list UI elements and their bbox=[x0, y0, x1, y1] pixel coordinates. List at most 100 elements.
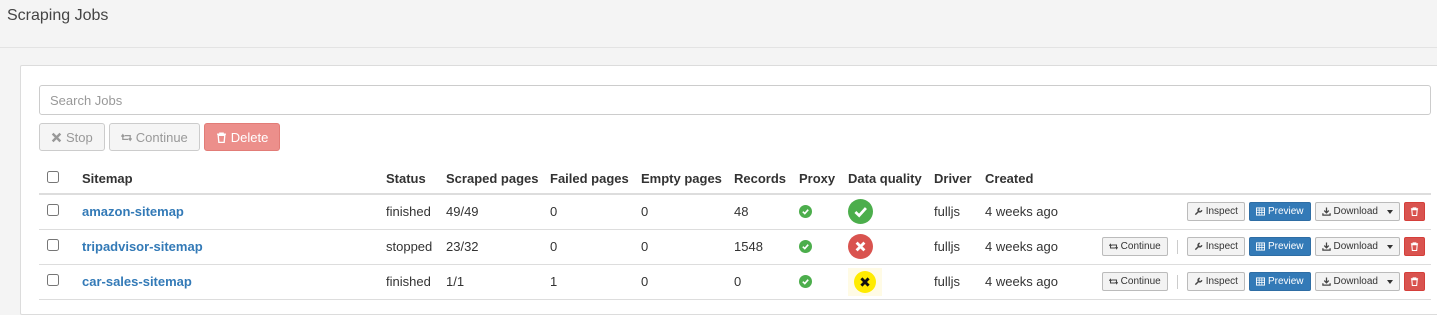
records-cell: 48 bbox=[734, 194, 799, 230]
scraped-cell: 1/1 bbox=[446, 264, 550, 300]
select-all-checkbox[interactable] bbox=[47, 171, 59, 183]
table-row: tripadvisor-sitemap stopped 23/32 0 0 15… bbox=[39, 229, 1431, 265]
column-header-scraped[interactable]: Scraped pages bbox=[446, 164, 550, 195]
status-cell: stopped bbox=[386, 229, 446, 265]
jobs-table: Sitemap Status Scraped pages Failed page… bbox=[39, 164, 1431, 300]
table-icon bbox=[1255, 207, 1265, 216]
preview-button[interactable]: Preview bbox=[1248, 202, 1311, 222]
inspect-label: Inspect bbox=[1205, 241, 1238, 252]
download-label: Download bbox=[1333, 276, 1378, 287]
row-select-cell bbox=[39, 194, 82, 230]
column-header-empty[interactable]: Empty pages bbox=[641, 164, 734, 195]
preview-label: Preview bbox=[1267, 276, 1304, 287]
driver-cell: fulljs bbox=[934, 194, 985, 230]
table-icon bbox=[1255, 242, 1265, 251]
column-header-quality[interactable]: Data quality bbox=[848, 164, 934, 195]
actions-cell: Inspect Preview Download bbox=[1085, 194, 1431, 230]
column-header-sitemap[interactable]: Sitemap bbox=[82, 164, 386, 195]
driver-cell: fulljs bbox=[934, 229, 985, 265]
actions-cell: Continue Inspect Preview Download bbox=[1085, 264, 1431, 300]
chevron-down-icon bbox=[1387, 244, 1393, 249]
table-row: car-sales-sitemap finished 1/1 1 0 0 ful… bbox=[39, 264, 1431, 300]
divider bbox=[1176, 239, 1178, 254]
sitemap-link[interactable]: amazon-sitemap bbox=[82, 204, 184, 219]
column-header-status[interactable]: Status bbox=[386, 164, 446, 195]
quality-cell bbox=[848, 229, 934, 265]
page-title: Scraping Jobs bbox=[7, 7, 109, 24]
close-icon bbox=[51, 132, 62, 142]
column-header-driver[interactable]: Driver bbox=[934, 164, 985, 195]
proxy-cell bbox=[799, 194, 848, 230]
download-icon bbox=[1321, 242, 1331, 251]
delete-button[interactable]: Delete bbox=[203, 123, 281, 151]
inspect-label: Inspect bbox=[1205, 276, 1238, 287]
status-cell: finished bbox=[386, 194, 446, 230]
failed-cell: 0 bbox=[550, 194, 641, 230]
bulk-actions: Stop Continue Delete bbox=[39, 123, 281, 151]
quality-cell bbox=[848, 194, 934, 230]
row-checkbox[interactable] bbox=[47, 274, 59, 286]
inspect-button[interactable]: Inspect bbox=[1186, 237, 1245, 256]
stop-button-label: Stop bbox=[66, 129, 93, 145]
created-cell: 4 weeks ago bbox=[985, 264, 1085, 300]
driver-cell: fulljs bbox=[934, 264, 985, 300]
proxy-cell bbox=[799, 264, 848, 300]
retweet-icon bbox=[1108, 243, 1118, 250]
check-icon bbox=[799, 240, 812, 253]
row-select-cell bbox=[39, 264, 82, 300]
quality-warning-icon bbox=[854, 270, 876, 293]
records-cell: 0 bbox=[734, 264, 799, 300]
download-icon bbox=[1321, 277, 1331, 286]
column-header-proxy[interactable]: Proxy bbox=[799, 164, 848, 195]
retweet-icon bbox=[120, 133, 132, 141]
column-header-failed[interactable]: Failed pages bbox=[550, 164, 641, 195]
continue-label: Continue bbox=[1120, 276, 1161, 287]
records-cell: 1548 bbox=[734, 229, 799, 265]
download-label: Download bbox=[1333, 206, 1378, 218]
failed-cell: 0 bbox=[550, 229, 641, 265]
select-all-cell bbox=[39, 164, 82, 195]
sitemap-link[interactable]: car-sales-sitemap bbox=[82, 274, 192, 289]
inspect-label: Inspect bbox=[1205, 206, 1238, 218]
created-cell: 4 weeks ago bbox=[985, 229, 1085, 265]
jobs-panel: Stop Continue Delete Sitemap Status Scra… bbox=[20, 65, 1437, 315]
trash-icon bbox=[1410, 207, 1419, 217]
continue-row-button[interactable]: Continue bbox=[1101, 272, 1168, 291]
inspect-button[interactable]: Inspect bbox=[1186, 202, 1245, 222]
inspect-button[interactable]: Inspect bbox=[1186, 272, 1245, 291]
actions-cell: Continue Inspect Preview Download bbox=[1085, 229, 1431, 265]
column-header-actions bbox=[1085, 164, 1431, 195]
divider bbox=[1176, 274, 1178, 289]
delete-row-button[interactable] bbox=[1404, 272, 1425, 291]
row-select-cell bbox=[39, 229, 82, 265]
continue-button[interactable]: Continue bbox=[108, 123, 200, 151]
table-header-row: Sitemap Status Scraped pages Failed page… bbox=[39, 164, 1431, 195]
empty-cell: 0 bbox=[641, 194, 734, 230]
download-button[interactable]: Download bbox=[1314, 272, 1400, 291]
continue-row-button[interactable]: Continue bbox=[1101, 237, 1168, 256]
delete-row-button[interactable] bbox=[1404, 202, 1425, 222]
download-button[interactable]: Download bbox=[1314, 237, 1400, 256]
search-input[interactable] bbox=[39, 85, 1431, 115]
column-header-records[interactable]: Records bbox=[734, 164, 799, 195]
row-checkbox[interactable] bbox=[47, 239, 59, 251]
column-header-created[interactable]: Created bbox=[985, 164, 1085, 195]
table-row: amazon-sitemap finished 49/49 0 0 48 ful… bbox=[39, 194, 1431, 230]
quality-cell bbox=[848, 264, 934, 300]
table-icon bbox=[1255, 277, 1265, 286]
row-checkbox[interactable] bbox=[47, 204, 59, 217]
preview-button[interactable]: Preview bbox=[1248, 272, 1311, 291]
sitemap-cell: car-sales-sitemap bbox=[82, 264, 386, 300]
trash-icon bbox=[1410, 277, 1419, 286]
scraped-cell: 49/49 bbox=[446, 194, 550, 230]
sitemap-link[interactable]: tripadvisor-sitemap bbox=[82, 239, 203, 254]
delete-row-button[interactable] bbox=[1404, 237, 1425, 256]
status-cell: finished bbox=[386, 264, 446, 300]
check-icon bbox=[799, 205, 812, 219]
download-button[interactable]: Download bbox=[1314, 202, 1400, 222]
retweet-icon bbox=[1108, 278, 1118, 285]
sitemap-cell: amazon-sitemap bbox=[82, 194, 386, 230]
preview-button[interactable]: Preview bbox=[1248, 237, 1311, 256]
stop-button[interactable]: Stop bbox=[39, 123, 105, 151]
trash-icon bbox=[1410, 242, 1419, 251]
